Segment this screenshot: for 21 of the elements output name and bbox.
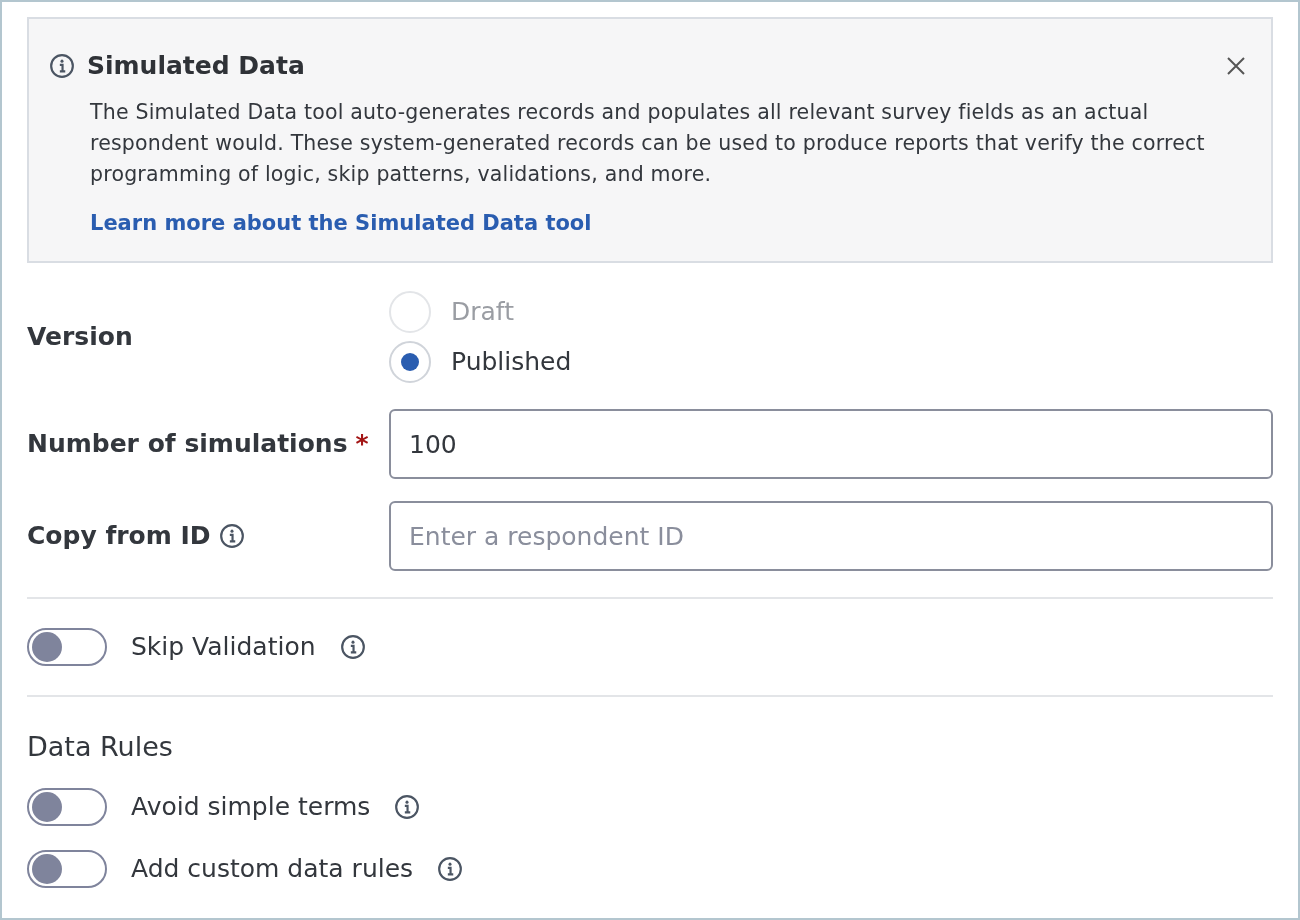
learn-more-link[interactable]: Learn more about the Simulated Data tool: [90, 207, 592, 239]
required-asterisk: *: [355, 428, 369, 461]
banner-description: The Simulated Data tool auto-generates records and populates all relevant survey fields as an actual respondent would. These system-generated records can be used to produce reports that verify the correct programming of logic, skip patterns, validations, and more.: [90, 98, 1206, 188]
field-label: Copy from ID: [27, 520, 211, 553]
field-label: Version: [27, 321, 133, 354]
toggle-label: Skip Validation: [131, 631, 316, 664]
radio-button[interactable]: [389, 341, 431, 383]
toggle-switch[interactable]: [27, 787, 107, 826]
text-input[interactable]: Enter a respondent ID: [389, 501, 1273, 571]
section-heading: Data Rules: [27, 730, 174, 764]
toggle-switch[interactable]: [27, 849, 107, 888]
field-label: Number of simulations: [27, 428, 348, 461]
radio-label: Published: [451, 346, 572, 379]
info-icon: [49, 52, 75, 79]
banner-title: Simulated Data: [87, 50, 306, 82]
text-input[interactable]: 100: [389, 409, 1273, 479]
toggle-label: Add custom data rules: [131, 852, 414, 885]
toggle-switch[interactable]: [27, 628, 107, 666]
close-icon[interactable]: [1225, 54, 1247, 77]
radio-label: Draft: [451, 296, 514, 329]
toggle-label: Avoid simple terms: [131, 790, 371, 823]
